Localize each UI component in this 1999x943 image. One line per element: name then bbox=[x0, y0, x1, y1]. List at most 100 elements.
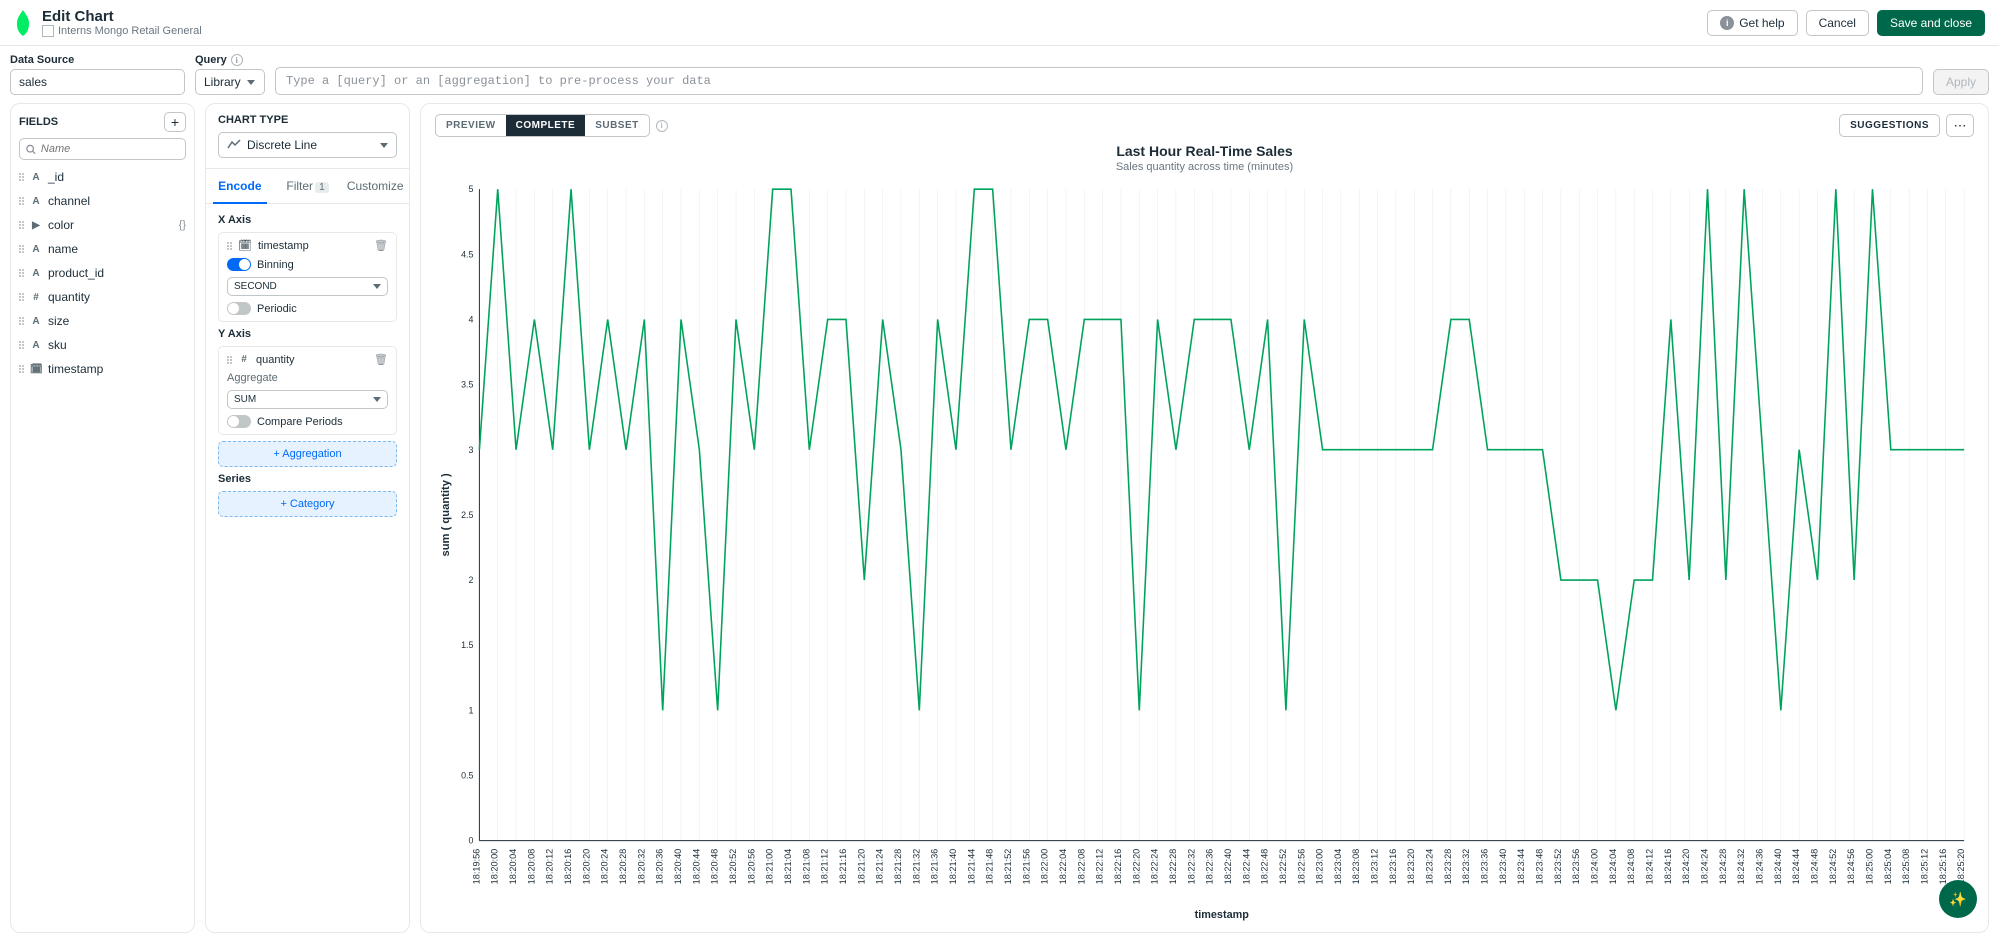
add-category-button[interactable]: + Category bbox=[218, 491, 397, 517]
periodic-toggle[interactable] bbox=[227, 302, 251, 315]
add-field-button[interactable]: + bbox=[164, 112, 186, 132]
trash-icon[interactable]: 🗑 bbox=[374, 353, 388, 366]
drag-icon[interactable] bbox=[19, 221, 24, 229]
field-item[interactable]: A channel bbox=[19, 192, 186, 210]
field-item[interactable]: A _id bbox=[19, 168, 186, 186]
assistant-fab-button[interactable]: ✨ bbox=[1939, 880, 1977, 918]
fields-header: FIELDS bbox=[19, 116, 58, 128]
svg-text:18:25:16: 18:25:16 bbox=[1938, 849, 1948, 885]
svg-text:18:25:12: 18:25:12 bbox=[1920, 849, 1930, 885]
svg-text:18:23:48: 18:23:48 bbox=[1535, 849, 1545, 885]
tab-encode[interactable]: Encode bbox=[206, 169, 274, 203]
svg-text:18:24:40: 18:24:40 bbox=[1773, 849, 1783, 885]
svg-text:18:23:56: 18:23:56 bbox=[1571, 849, 1581, 885]
svg-text:18:25:08: 18:25:08 bbox=[1901, 849, 1911, 885]
trash-icon[interactable]: 🗑 bbox=[374, 239, 388, 252]
library-select[interactable]: Library bbox=[195, 69, 265, 95]
field-item[interactable]: A sku bbox=[19, 336, 186, 354]
x-axis-field-chip: 🗓 timestamp 🗑 Binning SECOND Periodic bbox=[218, 232, 397, 322]
svg-text:18:20:04: 18:20:04 bbox=[508, 849, 518, 885]
svg-text:18:22:16: 18:22:16 bbox=[1113, 849, 1123, 885]
svg-text:18:25:00: 18:25:00 bbox=[1865, 849, 1875, 885]
svg-text:18:22:52: 18:22:52 bbox=[1278, 849, 1288, 885]
drag-icon[interactable] bbox=[227, 242, 232, 250]
drag-icon[interactable] bbox=[19, 173, 24, 181]
drag-icon[interactable] bbox=[19, 245, 24, 253]
field-item[interactable]: # quantity bbox=[19, 288, 186, 306]
svg-text:sum ( quantity ): sum ( quantity ) bbox=[440, 473, 452, 557]
svg-text:18:23:40: 18:23:40 bbox=[1498, 849, 1508, 885]
apply-button[interactable]: Apply bbox=[1933, 69, 1989, 95]
tab-customize[interactable]: Customize bbox=[341, 169, 409, 203]
svg-text:18:22:48: 18:22:48 bbox=[1260, 849, 1270, 885]
chart-svg: 00.511.522.533.544.5518:19:5618:20:0018:… bbox=[435, 179, 1974, 922]
svg-text:18:24:16: 18:24:16 bbox=[1663, 849, 1673, 885]
svg-text:18:24:24: 18:24:24 bbox=[1700, 849, 1710, 885]
svg-text:18:20:56: 18:20:56 bbox=[746, 849, 756, 885]
info-icon[interactable]: i bbox=[231, 54, 243, 66]
svg-text:3.5: 3.5 bbox=[461, 380, 473, 390]
svg-text:18:23:44: 18:23:44 bbox=[1516, 849, 1526, 885]
chevron-down-icon bbox=[380, 143, 388, 148]
svg-text:5: 5 bbox=[469, 184, 474, 194]
save-and-close-button[interactable]: Save and close bbox=[1877, 10, 1985, 36]
info-icon[interactable]: i bbox=[656, 120, 668, 132]
field-item[interactable]: A product_id bbox=[19, 264, 186, 282]
drag-icon[interactable] bbox=[227, 356, 232, 364]
field-type-icon: A bbox=[30, 244, 42, 255]
drag-icon[interactable] bbox=[19, 197, 24, 205]
svg-text:18:21:16: 18:21:16 bbox=[838, 849, 848, 885]
field-type-icon: A bbox=[30, 196, 42, 207]
tab-subset[interactable]: SUBSET bbox=[585, 115, 649, 136]
query-input[interactable]: Type a [query] or an [aggregation] to pr… bbox=[275, 67, 1923, 95]
drag-icon[interactable] bbox=[19, 293, 24, 301]
field-search-input[interactable] bbox=[19, 138, 186, 160]
svg-text:18:21:08: 18:21:08 bbox=[801, 849, 811, 885]
field-name: size bbox=[48, 314, 69, 328]
tab-filter[interactable]: Filter1 bbox=[274, 169, 342, 203]
top-bar: Edit Chart Interns Mongo Retail General … bbox=[0, 0, 1999, 46]
preview-mode-segment: PREVIEW COMPLETE SUBSET bbox=[435, 114, 650, 137]
config-panel: CHART TYPE Discrete Line Encode Filter1 … bbox=[205, 103, 410, 933]
binning-toggle[interactable] bbox=[227, 258, 251, 271]
tab-complete[interactable]: COMPLETE bbox=[506, 115, 586, 136]
drag-icon[interactable] bbox=[19, 317, 24, 325]
chart-title: Last Hour Real-Time Sales bbox=[435, 143, 1974, 159]
chevron-down-icon bbox=[373, 397, 381, 402]
field-item[interactable]: ▶ color {} bbox=[19, 216, 186, 234]
binning-select[interactable]: SECOND bbox=[227, 277, 388, 296]
svg-text:18:24:04: 18:24:04 bbox=[1608, 849, 1618, 885]
compare-periods-toggle[interactable] bbox=[227, 415, 251, 428]
drag-icon[interactable] bbox=[19, 365, 24, 373]
svg-text:18:21:40: 18:21:40 bbox=[948, 849, 958, 885]
field-item[interactable]: A name bbox=[19, 240, 186, 258]
aggregate-label: Aggregate bbox=[227, 372, 388, 384]
more-menu-button[interactable]: ⋯ bbox=[1946, 114, 1974, 137]
svg-text:18:20:28: 18:20:28 bbox=[618, 849, 628, 885]
svg-text:18:24:32: 18:24:32 bbox=[1736, 849, 1746, 885]
svg-text:18:23:08: 18:23:08 bbox=[1351, 849, 1361, 885]
tab-preview[interactable]: PREVIEW bbox=[436, 115, 506, 136]
cancel-button[interactable]: Cancel bbox=[1806, 10, 1869, 36]
svg-text:18:22:20: 18:22:20 bbox=[1131, 849, 1141, 885]
svg-text:18:22:04: 18:22:04 bbox=[1058, 849, 1068, 885]
field-type-icon: ▶ bbox=[30, 220, 42, 231]
suggestions-button[interactable]: SUGGESTIONS bbox=[1839, 114, 1940, 137]
svg-text:4: 4 bbox=[469, 314, 474, 324]
add-aggregation-button[interactable]: + Aggregation bbox=[218, 441, 397, 467]
svg-text:18:21:52: 18:21:52 bbox=[1003, 849, 1013, 885]
svg-text:18:21:48: 18:21:48 bbox=[985, 849, 995, 885]
drag-icon[interactable] bbox=[19, 269, 24, 277]
svg-text:18:22:12: 18:22:12 bbox=[1095, 849, 1105, 885]
get-help-button[interactable]: i Get help bbox=[1707, 10, 1797, 36]
svg-text:18:24:12: 18:24:12 bbox=[1645, 849, 1655, 885]
breadcrumb[interactable]: Interns Mongo Retail General bbox=[42, 25, 202, 37]
drag-icon[interactable] bbox=[19, 341, 24, 349]
svg-text:18:23:04: 18:23:04 bbox=[1333, 849, 1343, 885]
svg-text:18:19:56: 18:19:56 bbox=[472, 849, 482, 885]
field-item[interactable]: 🗓 timestamp bbox=[19, 360, 186, 378]
chart-type-select[interactable]: Discrete Line bbox=[218, 132, 397, 158]
field-item[interactable]: A size bbox=[19, 312, 186, 330]
aggregate-select[interactable]: SUM bbox=[227, 390, 388, 409]
data-source-select[interactable]: sales bbox=[10, 69, 185, 95]
